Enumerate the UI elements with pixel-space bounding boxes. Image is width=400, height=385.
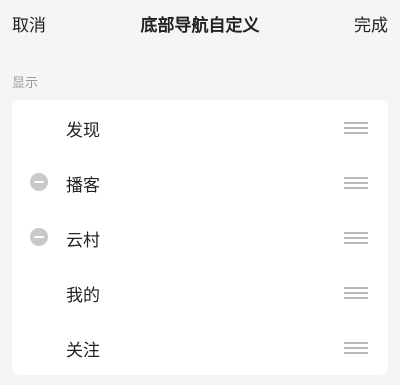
section-label-visible: 显示 [12,76,39,91]
drag-handle-icon[interactable] [344,230,368,246]
top-nav-bar: 取消 底部导航自定义 完成 [0,0,400,46]
list-item-label: 发现 [66,121,100,141]
list-item-label: 我的 [66,286,100,306]
list-item-mine[interactable]: 我的 [12,265,388,320]
list-item-cloud-village[interactable]: 云村 [12,210,388,265]
minus-circle-icon[interactable] [30,173,48,191]
done-button[interactable]: 完成 [354,11,388,36]
drag-handle-icon[interactable] [344,340,368,356]
list-item-podcast[interactable]: 播客 [12,155,388,210]
drag-handle-icon[interactable] [344,175,368,191]
page-title: 底部导航自定义 [140,16,260,36]
list-item-discover[interactable]: 发现 [12,100,388,155]
list-item-label: 播客 [66,176,100,196]
list-item-label: 关注 [66,341,100,361]
minus-circle-icon[interactable] [30,228,48,246]
list-item-label: 云村 [66,231,100,251]
nav-items-list: 发现 播客 云村 我的 关注 [12,100,388,375]
list-item-follow[interactable]: 关注 [12,320,388,375]
drag-handle-icon[interactable] [344,285,368,301]
drag-handle-icon[interactable] [344,120,368,136]
